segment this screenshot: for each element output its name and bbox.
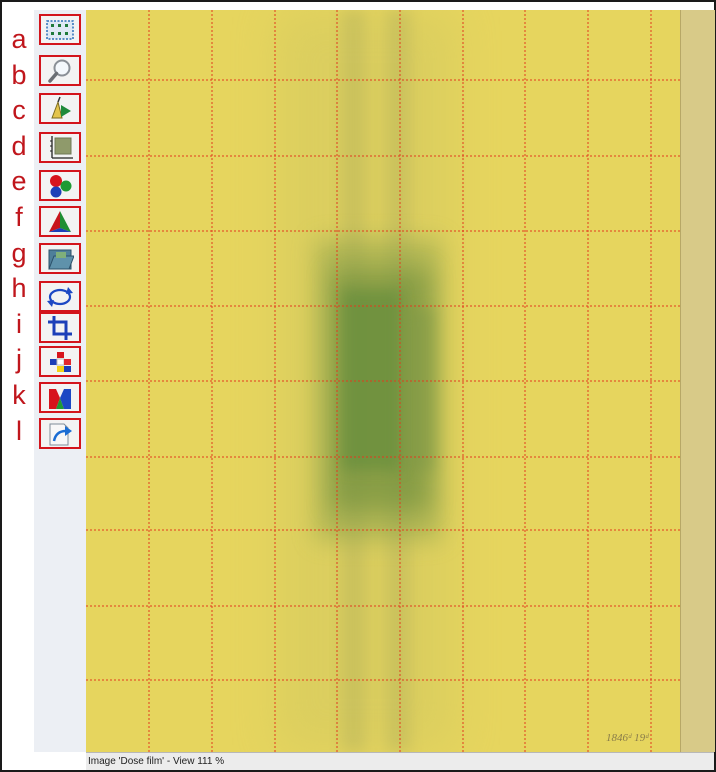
histogram-axis-icon [46,135,74,161]
selection-grid-icon [45,19,75,41]
color-pyramid-icon [46,209,74,235]
selection-tool-button[interactable] [39,14,81,45]
rgb-spheres-icon [46,173,74,199]
callout-letter-g: g [11,237,27,268]
callout-letter-f: f [15,201,23,232]
side-panel [680,10,715,752]
annotate-tool-button[interactable] [39,93,81,124]
crop-icon [46,314,74,342]
rotate-icon [46,285,74,309]
callout-letter-l: l [16,415,22,446]
callout-letter-c: c [12,95,26,126]
dose-film-image [86,10,680,752]
open-image-button[interactable] [39,243,81,274]
image-viewport[interactable]: 1846ᵈ 19ᵈ [86,10,680,752]
crop-button[interactable] [39,312,81,343]
measure-tool-button[interactable] [39,132,81,163]
callout-letter-k: k [12,379,26,410]
callout-letters: a b c d e f g h i j k l [4,22,34,449]
tool-palette [34,10,87,752]
color-channels-button[interactable] [39,382,81,413]
color-channels-icon [46,385,74,411]
callout-letter-d: d [11,130,27,161]
color-profile-button[interactable] [39,206,81,237]
application-window: a b c d e f g h i j k l 1846ᵈ 19ᵈ Image … [0,0,716,772]
callout-letter-j: j [16,344,22,375]
film-handwritten-note: 1846ᵈ 19ᵈ [606,732,649,744]
image-folder-icon [46,246,74,272]
magnifier-icon [46,58,74,84]
callout-letter-h: h [11,273,27,304]
export-button[interactable] [39,418,81,449]
color-channel-button[interactable] [39,170,81,201]
status-bar: Image 'Dose film' - View 111 % [86,752,714,770]
callout-letter-b: b [11,59,27,90]
callout-letter-i: i [16,308,22,339]
pen-arrow-icon [46,96,74,122]
callout-letter-a: a [11,24,27,54]
color-blocks-button[interactable] [39,346,81,377]
zoom-tool-button[interactable] [39,55,81,86]
export-arrow-icon [46,421,74,447]
callout-letter-e: e [11,166,27,197]
color-blocks-icon [46,349,74,375]
rotate-button[interactable] [39,281,81,312]
